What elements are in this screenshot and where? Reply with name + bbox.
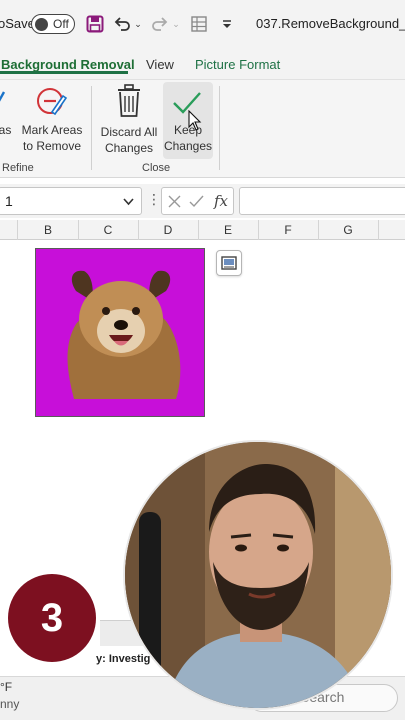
save-icon[interactable] [84,13,106,35]
layout-options-icon [221,256,237,270]
group-separator [219,86,220,170]
mark-keep-label-1: eas [0,123,12,137]
tab-picture-format[interactable]: Picture Format [195,57,280,72]
formula-bar: 1 ⋮ fx [0,184,405,218]
formula-input[interactable] [239,187,405,215]
name-box-value: 1 [5,193,13,209]
tab-view[interactable]: View [146,57,174,72]
autosave-state: Off [53,17,69,31]
close-group-label: Close [142,162,171,174]
undo-icon[interactable] [112,13,132,35]
column-header-c[interactable]: C [78,223,138,237]
more-icon[interactable]: ⋮ [147,191,161,208]
toggle-knob [35,17,48,31]
column-header-f[interactable]: F [258,223,318,237]
autosave-toggle[interactable]: Off [31,14,75,34]
presenter-webcam [123,440,393,710]
discard-label-2: Changes [104,141,154,155]
tab-background-removal[interactable]: Background Removal [1,57,135,72]
chevron-down-icon [123,198,134,206]
name-box[interactable]: 1 [0,187,142,215]
cancel-icon[interactable] [168,195,181,208]
layout-options-button[interactable] [216,250,242,276]
dog-picture[interactable] [35,248,205,417]
mark-remove-icon [37,88,67,116]
weather-desc: nny [0,697,20,711]
title-bar: oSave Off ⌄ ⌄ 037.RemoveBackground_Da [0,0,405,48]
presenter-video [125,442,391,708]
mark-areas-to-remove-button[interactable]: Mark Areas to Remove [18,84,84,158]
column-header-b[interactable]: B [18,223,78,237]
ribbon-tabs: Background Removal View Picture Format [0,48,405,80]
undo-dropdown-icon[interactable]: ⌄ [133,13,143,35]
mark-remove-label-2: to Remove [22,139,82,153]
trash-icon [118,84,140,117]
weather-temp: °F [0,680,13,694]
active-tab-underline [0,71,128,74]
mouse-cursor-icon [188,110,202,131]
refine-group-label: Refine [2,162,34,174]
mark-keep-button[interactable]: eas o [0,84,16,158]
step-number: 3 [40,595,64,640]
group-separator [91,86,92,170]
form-icon[interactable] [188,13,210,35]
dog-image [36,249,204,416]
keep-label-2: Changes [163,139,213,153]
discard-label-1: Discard All [100,125,158,139]
column-header-e[interactable]: E [198,223,258,237]
insert-function-button[interactable]: fx [214,192,228,210]
column-header-g[interactable]: G [318,223,378,237]
column-headers: B C D E F G [0,220,405,240]
mark-remove-label-1: Mark Areas [21,123,83,137]
document-title: 037.RemoveBackground_Da [256,16,405,31]
discard-all-changes-button[interactable]: Discard All Changes [97,84,161,158]
column-divider [378,220,379,240]
mark-keep-icon [0,91,6,102]
ribbon: eas o Mark Areas to Remove Refine Discar… [0,80,405,178]
enter-icon[interactable] [189,195,204,208]
redo-dropdown-icon[interactable]: ⌄ [171,13,181,35]
redo-icon[interactable] [150,13,170,35]
autosave-label: oSave [0,16,35,31]
customize-icon[interactable] [220,13,234,35]
formula-buttons: fx [161,187,234,215]
column-header-d[interactable]: D [138,223,198,237]
step-badge: 3 [8,574,96,662]
